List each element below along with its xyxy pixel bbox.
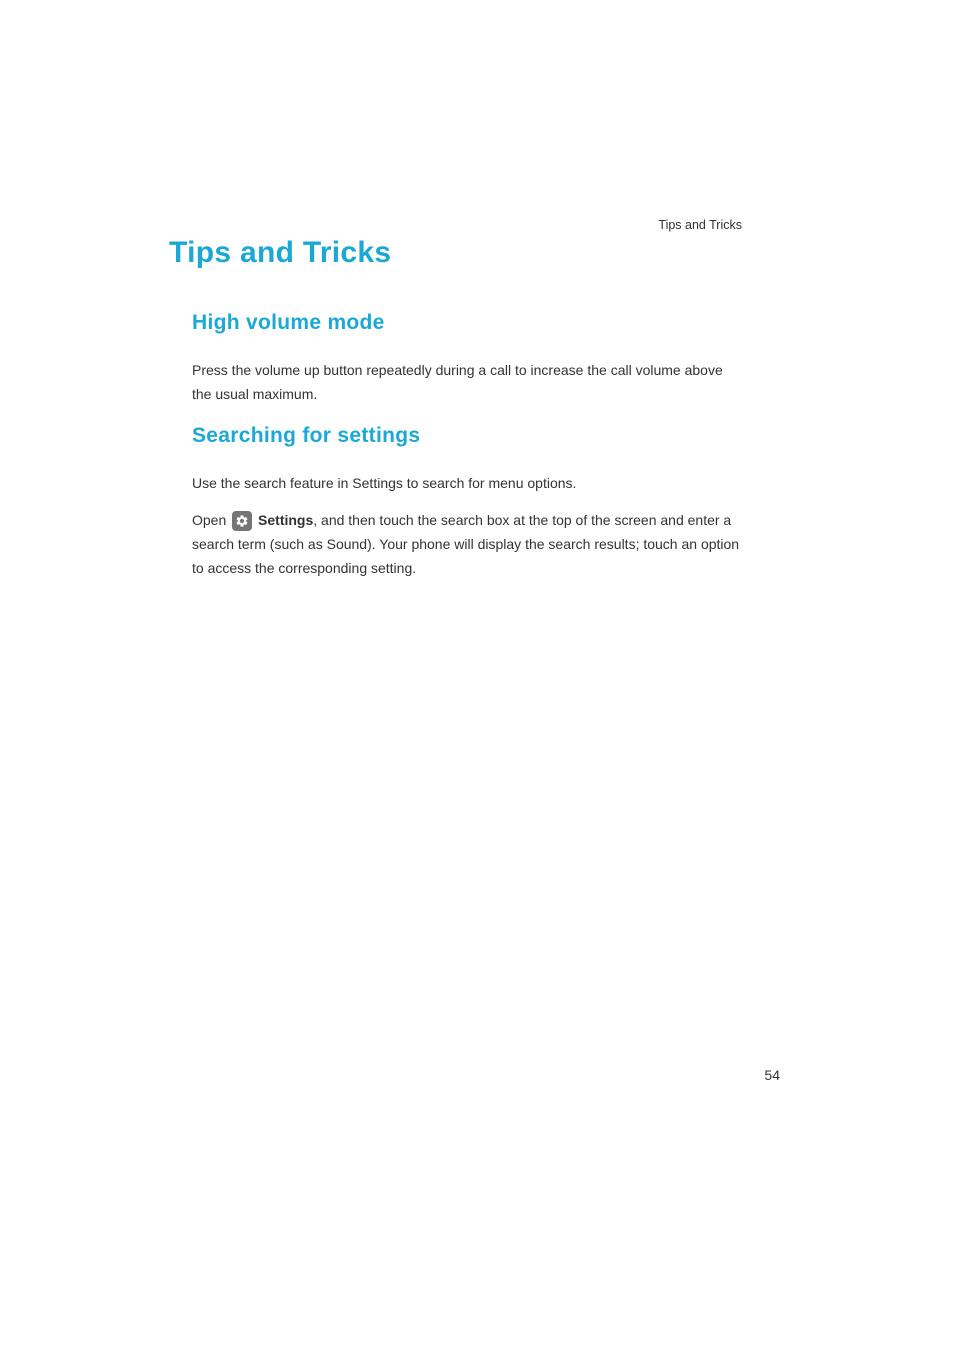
settings-icon	[232, 511, 252, 531]
body-2-open-text: Open	[192, 512, 230, 528]
section-searching-settings-title: Searching for settings	[192, 424, 420, 448]
section-high-volume-title: High volume mode	[192, 311, 385, 335]
page-title: Tips and Tricks	[169, 236, 391, 270]
section-high-volume-body: Press the volume up button repeatedly du…	[192, 358, 744, 406]
section-searching-settings-body-1: Use the search feature in Settings to se…	[192, 471, 744, 495]
header-breadcrumb: Tips and Tricks	[658, 218, 742, 232]
settings-label: Settings	[258, 512, 313, 528]
section-searching-settings-body-2: Open Settings, and then touch the search…	[192, 508, 744, 580]
page-number: 54	[764, 1067, 780, 1083]
